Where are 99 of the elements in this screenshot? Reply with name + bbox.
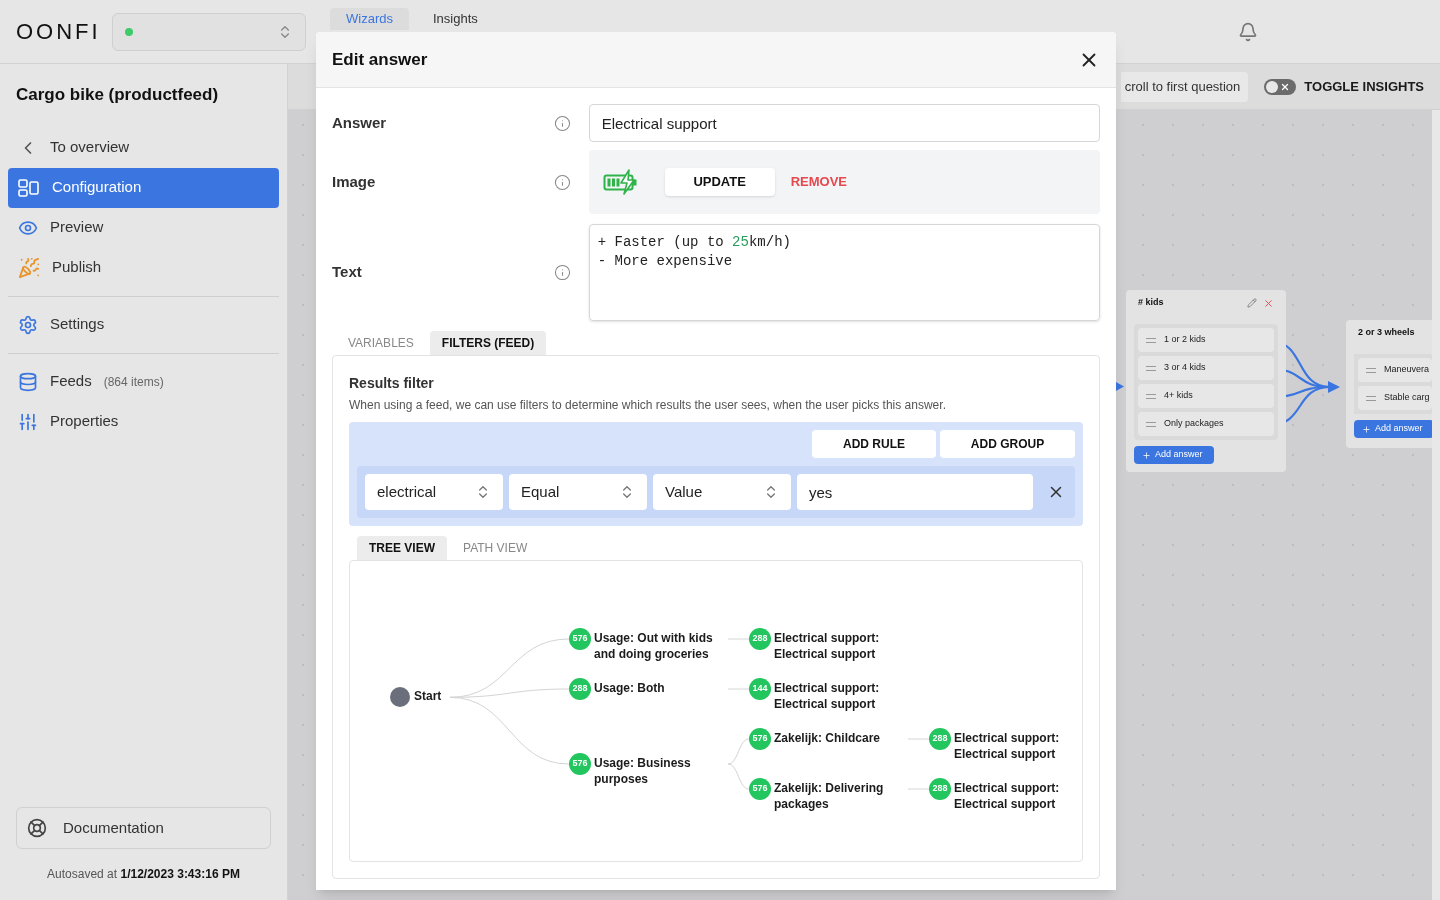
item-count: (864 items) — [103, 373, 164, 391]
field-label: Answer — [332, 112, 388, 133]
operator-select[interactable]: Equal — [509, 474, 647, 510]
party-popper-icon — [18, 256, 40, 279]
arrow-head-icon — [1116, 382, 1124, 391]
node-label: Electrical support: Electrical support — [954, 730, 1061, 762]
count-badge: 288 — [749, 628, 771, 650]
view-tab[interactable]: PATH VIEW — [451, 536, 540, 560]
field-label: Text — [332, 262, 363, 283]
lifebuoy-icon — [27, 818, 47, 838]
field-label: Image — [332, 171, 377, 192]
item-label: Properties — [50, 411, 119, 432]
remove-button[interactable]: REMOVE — [790, 172, 847, 192]
item-label: Settings — [50, 314, 105, 335]
value-type-select[interactable]: Value — [653, 474, 791, 510]
answer-item[interactable]: Maneuvera — [1358, 358, 1432, 382]
node-label: Electrical support: Electrical support — [954, 780, 1061, 812]
count-badge: 576 — [749, 728, 771, 750]
sliders-icon — [18, 411, 38, 432]
sidebar-item[interactable]: Properties — [8, 401, 279, 442]
node-label: Usage: Both — [594, 680, 666, 696]
toggle-label: TOGGLE INSIGHTS — [1304, 77, 1424, 96]
node-label: Zakelijk: Childcare — [774, 730, 882, 746]
start-node — [390, 687, 410, 708]
answer-item[interactable]: Only packages — [1138, 412, 1274, 436]
answer-input[interactable]: Electrical support — [588, 104, 1100, 142]
item-label: To overview — [50, 137, 130, 158]
sidebar-item[interactable]: Feeds (864 items) — [8, 361, 279, 402]
node-label: Zakelijk: Delivering packages — [774, 780, 885, 812]
drag-handle-icon — [1146, 365, 1156, 371]
item-label: Preview — [50, 217, 104, 238]
drag-handle-icon — [1146, 337, 1156, 343]
dialog-tab[interactable]: FILTERS (FEED) — [429, 331, 547, 355]
dialog-title: Edit answer — [332, 48, 428, 71]
node-label: Usage: Out with kids and doing groceries — [594, 630, 714, 662]
info-icon[interactable] — [553, 264, 571, 281]
nav-tab[interactable]: Insights — [416, 8, 494, 30]
database-icon — [18, 371, 38, 392]
plus-icon — [1362, 424, 1371, 434]
item-label: Feeds — [50, 371, 92, 392]
scrollbar[interactable] — [1432, 110, 1440, 900]
info-icon[interactable] — [553, 173, 571, 191]
item-label: Configuration — [52, 177, 142, 198]
add-group-button[interactable]: ADD GROUP — [940, 430, 1075, 458]
count-badge: 576 — [569, 753, 591, 775]
count-badge: 288 — [569, 678, 591, 700]
count-badge: 576 — [569, 628, 591, 650]
sidebar-item[interactable]: Configuration — [8, 167, 279, 208]
card-title: # kids — [1138, 296, 1164, 310]
text-editor[interactable]: + Faster (up to 25km/h) - More expensive — [588, 224, 1100, 321]
dialog-tab[interactable]: VARIABLES — [336, 331, 426, 355]
tree-edge — [727, 738, 750, 765]
answer-item[interactable]: 1 or 2 kids — [1138, 328, 1274, 352]
node-label: Start — [414, 688, 443, 705]
section-title: Results filter — [349, 374, 435, 393]
count-badge: 576 — [749, 778, 771, 800]
count-badge: 288 — [929, 728, 951, 750]
view-tab[interactable]: TREE VIEW — [357, 536, 447, 560]
sidebar-item[interactable]: Publish — [8, 247, 279, 288]
answer-item[interactable]: 3 or 4 kids — [1138, 356, 1274, 380]
answer-item[interactable]: Stable carg — [1358, 386, 1432, 410]
count-badge: 288 — [929, 778, 951, 800]
settings-icon — [18, 314, 38, 335]
item-label: Publish — [52, 257, 102, 278]
logo: OONFI — [16, 19, 101, 44]
update-button[interactable]: UPDATE — [664, 168, 775, 196]
pencil-icon[interactable] — [1247, 297, 1257, 308]
plus-icon — [1142, 450, 1151, 460]
field-select[interactable]: electrical — [365, 474, 503, 510]
sidebar-item[interactable]: Settings — [8, 304, 279, 345]
insights-toggle[interactable] — [1264, 78, 1297, 95]
sidebar-item[interactable]: To overview — [8, 127, 279, 168]
code-line: - More expensive — [597, 252, 734, 271]
documentation-button[interactable]: Documentation — [16, 807, 271, 849]
autosave-status: Autosaved at 1/12/2023 3:43:16 PM — [46, 866, 241, 883]
drag-handle-icon — [1366, 367, 1376, 373]
node-label: Usage: Business purposes — [594, 755, 692, 787]
drag-handle-icon — [1146, 393, 1156, 399]
add-answer-button[interactable]: Add answer — [1134, 446, 1214, 464]
drag-handle-icon — [1146, 421, 1156, 427]
layout-icon — [18, 178, 40, 197]
add-answer-button[interactable]: Add answer — [1354, 420, 1434, 438]
node-label: Electrical support: Electrical support — [774, 680, 881, 712]
sidebar-item[interactable]: Preview — [8, 207, 279, 248]
value-input[interactable]: yes — [797, 474, 1033, 510]
tree-edge — [727, 763, 750, 790]
scroll-button[interactable]: croll to first question — [1120, 71, 1249, 102]
node-label: Electrical support: Electrical support — [774, 630, 881, 662]
code-line: + Faster (up to 25km/h) — [597, 233, 792, 252]
info-icon[interactable] — [553, 114, 571, 132]
section-description: When using a feed, we can use filters to determine which results the user sees, when the user picks this answer. — [349, 397, 947, 414]
add-rule-button[interactable]: ADD RULE — [812, 430, 936, 458]
count-badge: 144 — [749, 678, 771, 700]
project-title: Cargo bike (productfeed) — [15, 84, 220, 106]
bell-icon[interactable] — [1238, 21, 1258, 42]
drag-handle-icon — [1366, 395, 1376, 401]
cross-icon — [1280, 81, 1291, 92]
answer-item[interactable]: 4+ kids — [1138, 384, 1274, 408]
card-title: 2 or 3 wheels — [1358, 326, 1415, 340]
